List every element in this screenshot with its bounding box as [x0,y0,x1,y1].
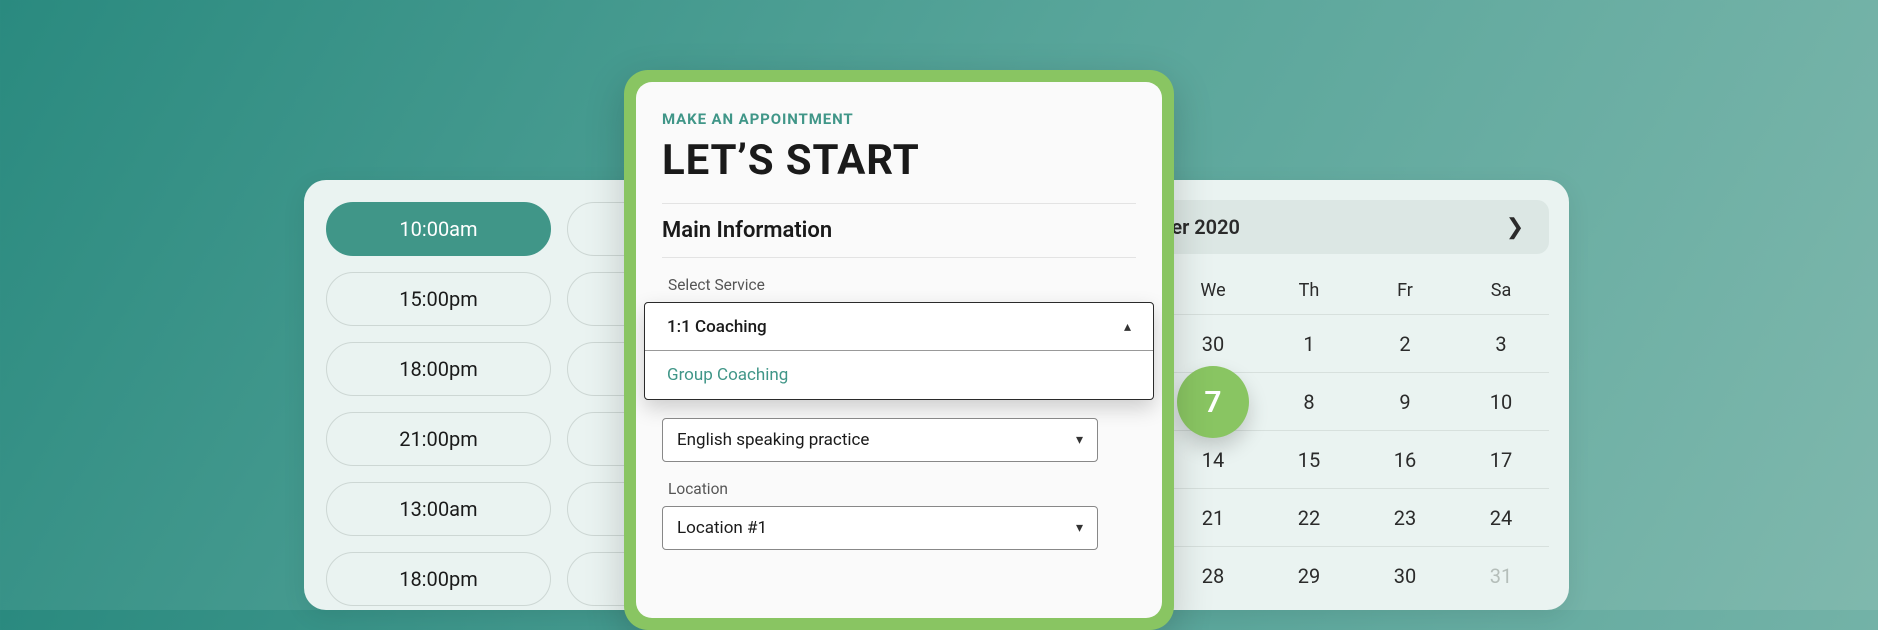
calendar-dayname: Fr [1397,280,1413,301]
chevron-down-icon: ▾ [1076,432,1083,448]
time-slot[interactable]: 18:00pm [326,342,551,396]
calendar-day[interactable]: 7 [1183,373,1243,431]
calendar-day[interactable]: 29 [1279,547,1339,605]
calendar-day[interactable]: 1 [1279,315,1339,373]
calendar-day[interactable]: 30 [1375,547,1435,605]
calendar-day[interactable]: 16 [1375,431,1435,489]
calendar-day[interactable]: 8 [1279,373,1339,431]
service-select[interactable]: 1:1 Coaching ▴ Group Coaching [644,302,1154,400]
service-selected-value: 1:1 Coaching [667,317,767,337]
calendar-day[interactable]: 31 [1471,547,1531,605]
chevron-up-icon: ▴ [1124,319,1131,335]
calendar-day[interactable]: 2 [1375,315,1435,373]
calendar-day[interactable]: 23 [1375,489,1435,547]
time-slot[interactable]: 15:00pm [326,272,551,326]
location-selected-value: Location #1 [677,518,767,538]
time-slot[interactable]: 18:00pm [326,552,551,606]
calendar-day[interactable]: 21 [1183,489,1243,547]
appointment-form-panel: MAKE AN APPOINTMENT LET’S START Main Inf… [624,70,1174,630]
calendar-day[interactable]: 14 [1183,431,1243,489]
calendar-day[interactable]: 28 [1183,547,1243,605]
calendar-dayname: Sa [1491,280,1511,301]
calendar-dayname: We [1200,280,1225,301]
subservice-selected-value: English speaking practice [677,430,869,450]
calendar-dayname: Th [1299,280,1320,301]
calendar-day[interactable]: 9 [1375,373,1435,431]
calendar-day[interactable]: 22 [1279,489,1339,547]
calendar-day[interactable]: 17 [1471,431,1531,489]
calendar-day[interactable]: 3 [1471,315,1531,373]
calendar-day[interactable]: 30 [1183,315,1243,373]
chevron-down-icon: ▾ [1076,520,1083,536]
time-slot[interactable]: 10:00am [326,202,551,256]
form-eyebrow: MAKE AN APPOINTMENT [662,110,1136,128]
service-option-group-coaching[interactable]: Group Coaching [645,351,1153,399]
location-label: Location [668,480,1136,498]
calendar-selected-day[interactable]: 7 [1177,366,1249,438]
time-slot[interactable]: 13:00am [326,482,551,536]
chevron-right-icon[interactable]: ❯ [1503,215,1527,240]
calendar-day[interactable]: 15 [1279,431,1339,489]
location-select[interactable]: Location #1 ▾ [662,506,1098,550]
service-label: Select Service [668,276,1136,294]
form-section-title: Main Information [662,203,1136,258]
calendar-day[interactable]: 24 [1471,489,1531,547]
calendar-day[interactable]: 10 [1471,373,1531,431]
time-slot[interactable]: 21:00pm [326,412,551,466]
form-headline: LET’S START [662,136,1136,185]
subservice-select[interactable]: English speaking practice ▾ [662,418,1098,462]
